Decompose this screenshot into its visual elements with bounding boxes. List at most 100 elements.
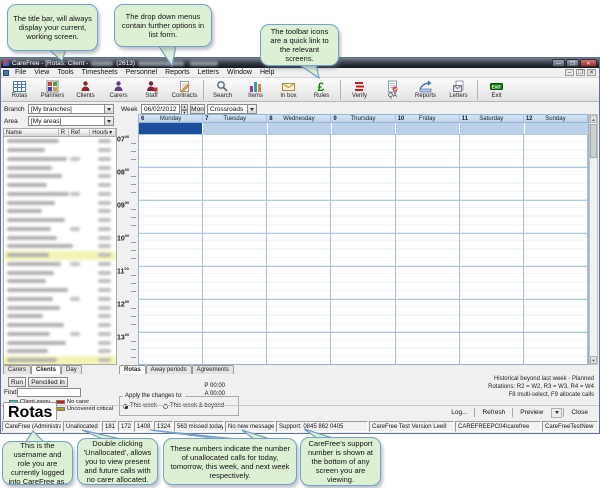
child-minimize-icon[interactable]: – xyxy=(565,69,574,76)
day-header-thursday[interactable]: 9Thursday xyxy=(331,115,395,122)
toolbar-rules-button[interactable]: £Rules xyxy=(305,80,338,99)
scrollbar-thumb[interactable] xyxy=(590,124,597,158)
day-column-sunday[interactable] xyxy=(524,134,588,364)
allday-cell-thursday[interactable] xyxy=(332,123,395,134)
tab-clients[interactable]: Clients xyxy=(31,365,61,374)
chevron-down-icon[interactable] xyxy=(104,117,113,125)
day-column-tuesday[interactable] xyxy=(203,134,267,364)
list-row[interactable] xyxy=(4,303,116,312)
toolbar-exit-button[interactable]: EXITExit xyxy=(480,80,513,99)
child-close-icon[interactable]: ✕ xyxy=(587,69,596,76)
list-row[interactable] xyxy=(4,233,116,242)
column-header-r[interactable]: R xyxy=(59,129,69,136)
day-header-monday[interactable]: 6Monday xyxy=(139,115,203,122)
branch-select[interactable]: [My branches] xyxy=(28,104,114,114)
list-row[interactable] xyxy=(4,268,116,277)
list-row[interactable] xyxy=(4,295,116,304)
toolbar-contracts-button[interactable]: Contracts xyxy=(168,80,201,99)
log-button[interactable]: Log... xyxy=(444,408,474,417)
day-column-thursday[interactable] xyxy=(331,134,395,364)
list-row[interactable] xyxy=(4,312,116,321)
list-row[interactable] xyxy=(4,198,116,207)
list-row[interactable] xyxy=(4,286,116,295)
list-row[interactable] xyxy=(4,347,116,356)
list-row[interactable] xyxy=(4,181,116,190)
scroll-up-icon[interactable]: ▲ xyxy=(590,115,597,123)
menu-tools[interactable]: Tools xyxy=(53,69,77,76)
day-column-friday[interactable] xyxy=(396,134,460,364)
list-row[interactable] xyxy=(4,242,116,251)
allday-cell-sunday[interactable] xyxy=(525,123,588,134)
allday-cell-friday[interactable] xyxy=(396,123,459,134)
run-select[interactable]: Crossroads xyxy=(207,104,257,114)
child-restore-icon[interactable]: ❐ xyxy=(576,69,585,76)
run-button[interactable]: Run xyxy=(8,377,26,387)
toolbar-rotas-button[interactable]: Rotas xyxy=(3,80,36,99)
toolbar-search-button[interactable]: Search xyxy=(206,80,239,99)
week-spinner[interactable]: ▲ ▼ xyxy=(181,104,188,114)
toolbar-verify-button[interactable]: Verify xyxy=(343,80,376,99)
find-input[interactable] xyxy=(17,388,81,397)
status-count-next-week[interactable]: 1324 xyxy=(154,421,173,432)
refresh-button[interactable]: Refresh xyxy=(475,408,512,417)
calendar-grid[interactable] xyxy=(138,134,589,365)
list-row[interactable] xyxy=(4,137,116,146)
toolbar-in-box-button[interactable]: In box xyxy=(272,80,305,99)
day-header-wednesday[interactable]: 8Wednesday xyxy=(267,115,331,122)
list-row[interactable] xyxy=(4,216,116,225)
column-header-ref[interactable]: Ref xyxy=(69,129,91,136)
menu-file[interactable]: File xyxy=(11,69,30,76)
tab-day[interactable]: Day xyxy=(61,365,82,374)
close-button[interactable]: Close xyxy=(564,408,595,417)
status-count-tomorrow[interactable]: 172 xyxy=(118,421,133,432)
day-column-monday[interactable] xyxy=(139,134,203,364)
carer-list-header[interactable]: NameRRefHours▾ xyxy=(3,128,117,137)
day-header-sunday[interactable]: 12Sunday xyxy=(524,115,588,122)
status-unallocated[interactable]: Unallocated xyxy=(63,421,101,432)
list-row[interactable] xyxy=(4,356,116,365)
column-header-name[interactable]: Name xyxy=(4,129,59,136)
list-row[interactable] xyxy=(4,172,116,181)
column-header-hours[interactable]: Hours xyxy=(90,129,106,136)
calendar-allday-row[interactable] xyxy=(138,123,589,134)
minimize-button[interactable]: — xyxy=(552,59,565,67)
week-start-day-button[interactable]: Mon xyxy=(190,104,205,114)
day-column-wednesday[interactable] xyxy=(267,134,331,364)
menu-help[interactable]: Help xyxy=(256,69,278,76)
child-window-icon[interactable] xyxy=(3,70,9,76)
preview-dropdown-button[interactable] xyxy=(551,408,562,418)
list-row[interactable] xyxy=(4,338,116,347)
list-row[interactable] xyxy=(4,277,116,286)
area-select[interactable]: [My areas] xyxy=(28,116,114,126)
toolbar-qa-button[interactable]: QA xyxy=(376,80,409,99)
list-row[interactable] xyxy=(4,321,116,330)
menu-letters[interactable]: Letters xyxy=(194,69,223,76)
status-count-this-week[interactable]: 1408 xyxy=(134,421,153,432)
chevron-down-icon[interactable] xyxy=(104,105,113,113)
chevron-down-icon[interactable] xyxy=(247,105,256,113)
list-row[interactable] xyxy=(4,163,116,172)
list-row[interactable] xyxy=(4,146,116,155)
scroll-down-icon[interactable]: ▼ xyxy=(590,356,597,364)
calendar-scrollbar[interactable]: ▲ ▼ xyxy=(589,114,598,365)
list-row[interactable] xyxy=(4,225,116,234)
preview-button[interactable]: Preview xyxy=(513,408,550,417)
allday-cell-wednesday[interactable] xyxy=(268,123,331,134)
menu-view[interactable]: View xyxy=(30,69,53,76)
day-header-tuesday[interactable]: 7Tuesday xyxy=(203,115,267,122)
menu-personnel[interactable]: Personnel xyxy=(122,69,162,76)
menu-reports[interactable]: Reports xyxy=(161,69,194,76)
allday-cell-tuesday[interactable] xyxy=(203,123,266,134)
toolbar-letters-button[interactable]: Letters xyxy=(442,80,475,99)
list-row[interactable] xyxy=(4,251,116,260)
list-row[interactable] xyxy=(4,330,116,339)
status-count-today[interactable]: 181 xyxy=(102,421,117,432)
tab-rotas[interactable]: Rotas xyxy=(119,365,146,374)
maximize-button[interactable]: ❐ xyxy=(566,59,579,67)
pencilled-in-button[interactable]: Pencilled In xyxy=(28,377,68,387)
toolbar-items-button[interactable]: Items xyxy=(239,80,272,99)
tab-agreements[interactable]: Agreements xyxy=(192,365,234,374)
list-row[interactable] xyxy=(4,190,116,199)
list-row[interactable] xyxy=(4,155,116,164)
day-column-saturday[interactable] xyxy=(460,134,524,364)
